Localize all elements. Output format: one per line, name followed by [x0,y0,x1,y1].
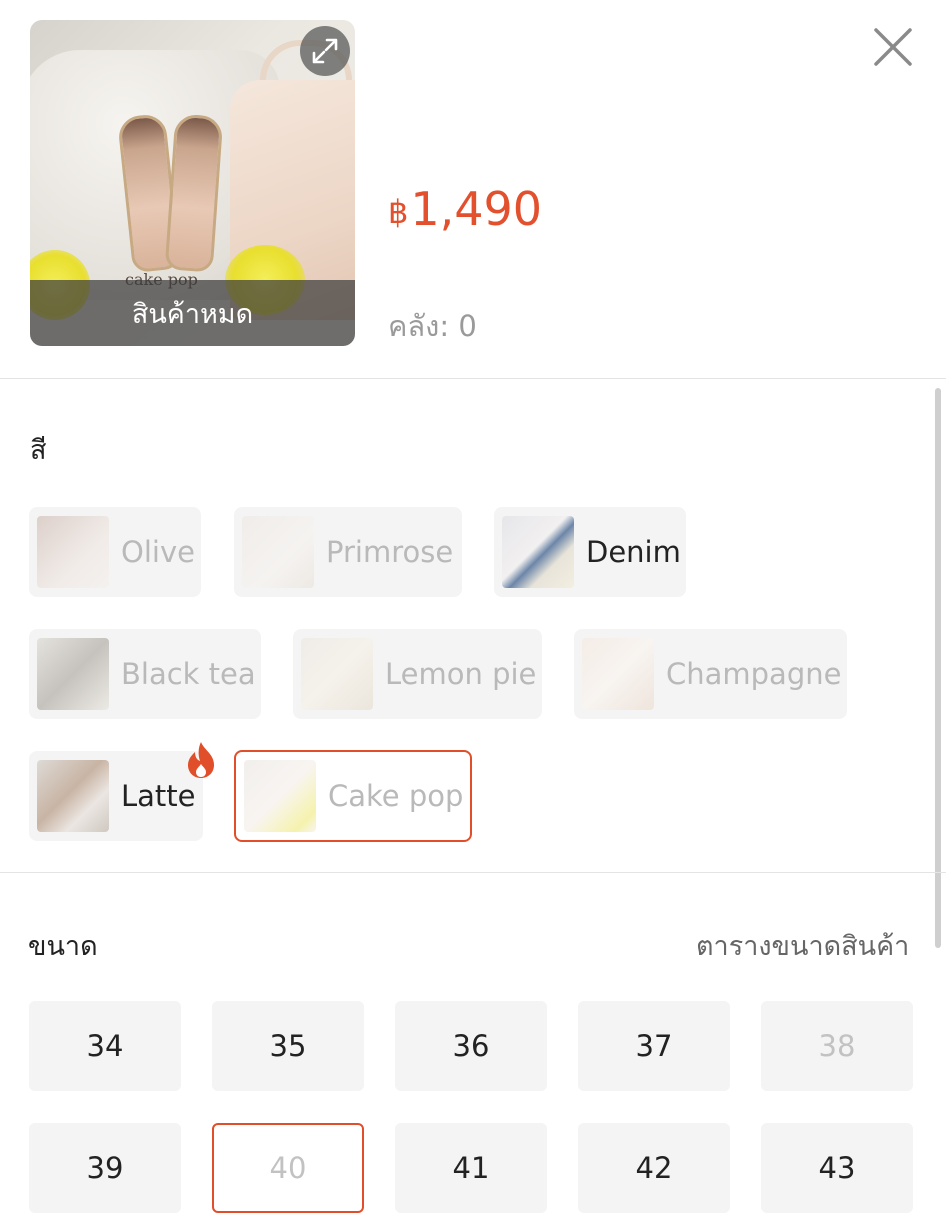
color-swatch [37,638,109,710]
currency-symbol: ฿ [388,193,409,231]
color-section-label: สี [30,435,47,466]
color-option-label: Champagne [666,657,842,691]
color-option-label: Primrose [326,535,454,569]
close-button[interactable] [870,24,916,70]
color-swatch [37,516,109,588]
color-option-primrose[interactable]: Primrose [234,507,462,597]
color-option-champagne[interactable]: Champagne [574,629,847,719]
size-option-35[interactable]: 35 [212,1001,364,1091]
size-option-34[interactable]: 34 [29,1001,181,1091]
variant-selection-sheet: cake pop สินค้าหมด ฿1,490 คลัง: 0 สี Oli… [0,0,946,1213]
header-divider [0,378,946,379]
color-option-label: Lemon pie [385,657,537,691]
product-price: ฿1,490 [388,182,542,236]
color-option-lemon-pie[interactable]: Lemon pie [293,629,542,719]
color-option-olive[interactable]: Olive [29,507,201,597]
color-option-denim[interactable]: Denim [494,507,686,597]
color-swatch [301,638,373,710]
scrollbar[interactable] [935,388,941,948]
color-swatch [37,760,109,832]
color-swatch [244,760,316,832]
expand-image-button[interactable] [300,26,350,76]
color-option-cake-pop[interactable]: Cake pop [234,750,472,842]
stock-count: คลัง: 0 [388,309,477,343]
color-option-black-tea[interactable]: Black tea [29,629,261,719]
size-option-38[interactable]: 38 [761,1001,913,1091]
price-value: 1,490 [410,182,543,236]
color-swatch [502,516,574,588]
color-option-label: Cake pop [328,779,464,813]
color-swatch [242,516,314,588]
color-option-label: Black tea [121,657,256,691]
size-chart-link[interactable]: ตารางขนาดสินค้า [696,924,909,967]
out-of-stock-overlay: สินค้าหมด [30,280,355,346]
size-option-36[interactable]: 36 [395,1001,547,1091]
color-swatch [582,638,654,710]
size-option-37[interactable]: 37 [578,1001,730,1091]
out-of-stock-label: สินค้าหมด [131,298,254,330]
product-thumbnail[interactable]: cake pop สินค้าหมด [30,20,355,346]
expand-icon [312,38,338,64]
color-option-label: Denim [586,535,681,569]
section-divider [0,872,946,873]
color-option-label: Olive [121,535,195,569]
color-option-latte[interactable]: Latte [29,751,203,841]
size-section-label: ขนาด [28,931,98,962]
color-option-label: Latte [121,779,196,813]
hot-icon [188,742,214,778]
close-icon [874,28,912,66]
